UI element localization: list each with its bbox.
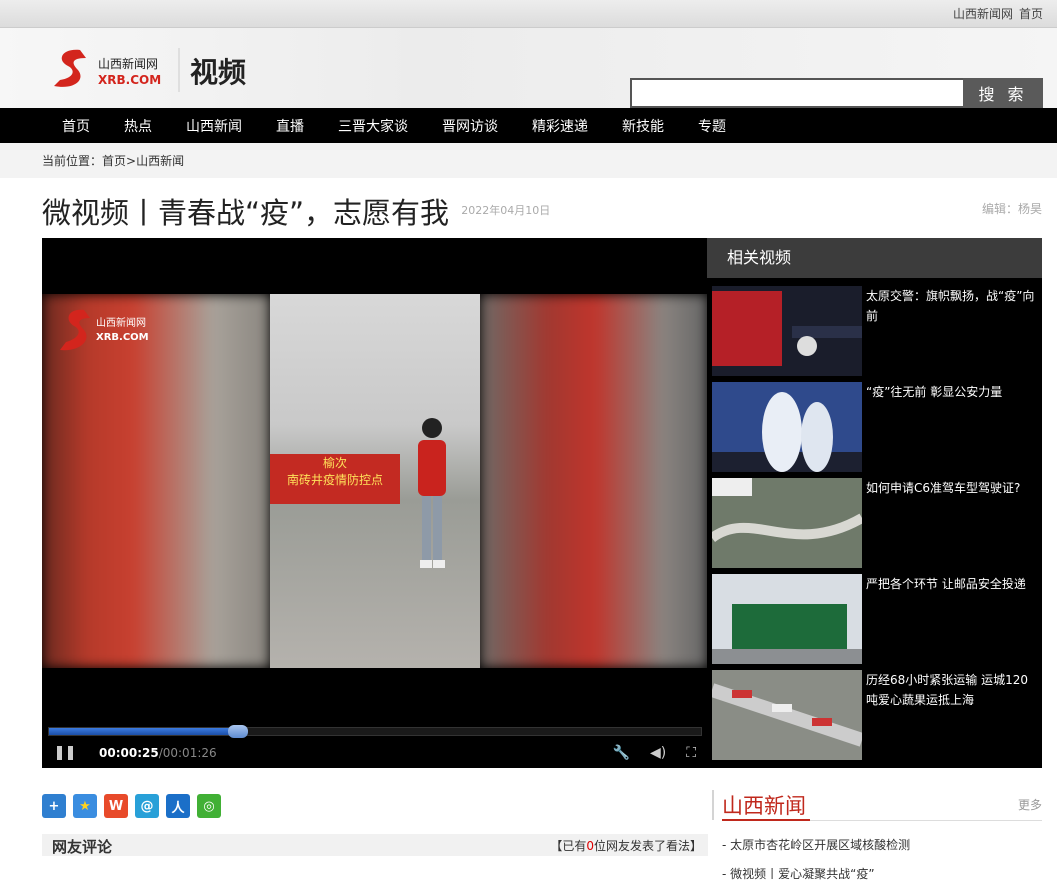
search-input[interactable] — [630, 78, 963, 108]
news-link[interactable]: 微视频丨爱心凝聚共战“疫” — [730, 867, 874, 881]
time-display: 00:00:25/00:01:26 — [99, 746, 217, 760]
svg-text:XRB.COM: XRB.COM — [98, 73, 161, 87]
related-item[interactable]: 如何申请C6准驾车型驾驶证? — [712, 478, 1037, 568]
comments-count-prefix: 【已有 — [550, 839, 587, 853]
editor-credit: 编辑：杨昊 — [981, 202, 1042, 216]
progress-handle[interactable] — [228, 725, 249, 738]
breadcrumb-current[interactable]: 山西新闻 — [136, 152, 184, 169]
comments-count[interactable]: 【已有0位网友发表了看法】 — [550, 837, 702, 854]
nav-item-live[interactable]: 直播 — [276, 116, 304, 136]
duration: /00:01:26 — [158, 746, 217, 760]
nav-item-sanjin-talk[interactable]: 三晋大家谈 — [338, 116, 408, 136]
volume-icon[interactable]: ◀︎) — [650, 745, 666, 761]
current-time: 00:00:25 — [99, 746, 159, 760]
fullscreen-icon[interactable]: ⛶ — [686, 745, 696, 761]
nav-item-topics[interactable]: 专题 — [698, 116, 726, 136]
settings-wrench-icon[interactable]: 🔧 — [613, 745, 630, 761]
comments-heading: 网友评论 — [52, 838, 113, 856]
renren-icon[interactable]: 人 — [166, 794, 190, 818]
nav-item-home[interactable]: 首页 — [62, 116, 90, 136]
related-item[interactable]: 太原交警：旗帜飘扬，战“疫”向前 — [712, 286, 1037, 376]
related-item-title[interactable]: 太原交警：旗帜飘扬，战“疫”向前 — [866, 286, 1036, 326]
news-link[interactable]: 太原市杏花岭区开展区域核酸检测 — [730, 838, 910, 852]
main-nav: 首页 热点 山西新闻 直播 三晋大家谈 晋网访谈 精彩速递 新技能 专题 — [0, 108, 1057, 143]
progress-fill — [49, 728, 239, 735]
related-thumbnail[interactable] — [712, 478, 862, 568]
video-player[interactable]: 榆次 南砖井疫情防控点 山西新闻网 XRB.COM 00:00:25/00:01… — [42, 238, 708, 768]
svg-text:山西新闻网: 山西新闻网 — [98, 56, 158, 71]
related-thumbnail[interactable] — [712, 382, 862, 472]
search-box: 搜 索 — [630, 78, 1043, 108]
video-frame[interactable]: 榆次 南砖井疫情防控点 山西新闻网 XRB.COM — [42, 294, 708, 668]
nav-item-hot[interactable]: 热点 — [124, 116, 152, 136]
panel-title-underline — [722, 819, 810, 821]
nav-item-interview[interactable]: 晋网访谈 — [442, 116, 498, 136]
breadcrumb-label: 当前位置： — [42, 154, 103, 168]
related-thumbnail[interactable] — [712, 670, 862, 760]
wechat-icon[interactable]: ◎ — [197, 794, 221, 818]
nav-item-new-skills[interactable]: 新技能 — [622, 116, 664, 136]
top-bar: 山西新闻网 首页 — [0, 0, 1057, 28]
header: 山西新闻网 XRB.COM 视频 搜 索 — [0, 28, 1057, 108]
weibo-icon[interactable]: W — [104, 794, 128, 818]
frame-center: 榆次 南砖井疫情防控点 — [270, 294, 480, 668]
nav-item-highlights[interactable]: 精彩速递 — [532, 116, 588, 136]
search-button[interactable]: 搜 索 — [963, 78, 1043, 108]
related-thumbnail[interactable] — [712, 574, 862, 664]
volunteer-figure — [418, 418, 446, 568]
player-controls: 00:00:25/00:01:26 🔧 ◀︎) ⛶ — [42, 738, 708, 768]
comments-count-suffix: 位网友发表了看法】 — [593, 839, 702, 853]
banner-text-main: 南砖井疫情防控点 — [286, 473, 383, 487]
share-plus-icon[interactable]: + — [42, 794, 66, 818]
breadcrumb: 当前位置： 首页 > 山西新闻 — [0, 143, 1057, 178]
banner-text-top: 榆次 — [322, 456, 347, 470]
breadcrumb-separator: > — [126, 153, 137, 168]
panel-title: 山西新闻 — [722, 794, 806, 818]
nav-item-shanxi-news[interactable]: 山西新闻 — [186, 116, 242, 136]
related-videos: 相关视频 太原交警：旗帜飘扬，战“疫”向前 “疫”往无前 彰显公安力量 如何申请… — [707, 238, 1042, 768]
related-thumbnail[interactable] — [712, 286, 862, 376]
related-item-title[interactable]: 历经68小时紧张运输 运城120吨爱心蔬果运抵上海 — [866, 670, 1036, 710]
breadcrumb-home[interactable]: 首页 — [102, 152, 126, 169]
related-title: 相关视频 — [707, 238, 1042, 278]
publish-date: 2022年04月10日 — [461, 204, 551, 217]
site-link[interactable]: 山西新闻网 — [953, 5, 1013, 22]
related-item-title[interactable]: 严把各个环节 让邮品安全投递 — [866, 574, 1036, 594]
svg-text:山西新闻网: 山西新闻网 — [96, 316, 146, 329]
frame-blur-right — [480, 294, 708, 668]
section-title: 视频 — [190, 56, 246, 89]
related-item[interactable]: 历经68小时紧张运输 运城120吨爱心蔬果运抵上海 — [712, 670, 1037, 760]
svg-text:XRB.COM: XRB.COM — [96, 332, 149, 343]
related-item-title[interactable]: “疫”往无前 彰显公安力量 — [866, 382, 1036, 402]
list-item[interactable]: - 太原市杏花岭区开展区域核酸检测 — [722, 836, 910, 865]
more-link[interactable]: 更多 — [1018, 796, 1042, 813]
favorite-star-icon[interactable]: ★ — [73, 794, 97, 818]
comments-count-number: 0 — [586, 839, 594, 853]
tencent-weibo-icon[interactable]: @ — [135, 794, 159, 818]
pause-icon[interactable] — [57, 746, 73, 760]
share-bar: + ★ W @ 人 ◎ — [42, 794, 221, 818]
progress-bar[interactable] — [48, 725, 702, 738]
site-logo[interactable]: 山西新闻网 XRB.COM 视频 — [52, 46, 262, 94]
article-header: 微视频丨青春战“疫”，志愿有我 2022年04月10日 编辑：杨昊 — [42, 190, 1042, 230]
panel-divider — [712, 790, 714, 820]
related-item[interactable]: 严把各个环节 让邮品安全投递 — [712, 574, 1037, 664]
home-link[interactable]: 首页 — [1019, 5, 1043, 22]
comments-header: 网友评论 【已有0位网友发表了看法】 — [42, 834, 708, 856]
related-item[interactable]: “疫”往无前 彰显公安力量 — [712, 382, 1037, 472]
page-title: 微视频丨青春战“疫”，志愿有我 — [42, 196, 450, 230]
frame-banner: 榆次 南砖井疫情防控点 — [270, 454, 400, 504]
watermark-logo: 山西新闻网 XRB.COM — [60, 309, 149, 351]
related-item-title[interactable]: 如何申请C6准驾车型驾驶证? — [866, 478, 1036, 498]
